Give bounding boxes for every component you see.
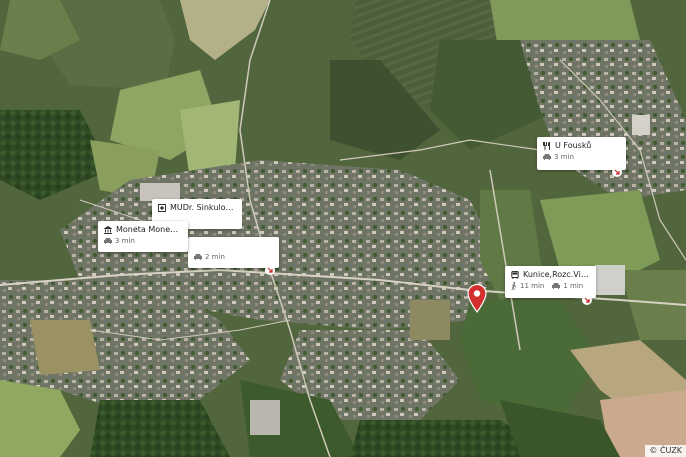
poi-card-restaurant[interactable]: U Fousků 3 min [537,137,626,177]
poi-name: U Fousků [555,141,592,150]
poi-name: MUDr. Sinkulová ... [170,203,236,212]
car-icon [543,154,551,160]
poi-card-bus-stop[interactable]: Kunice,Rozc.Vidov... 11 min 1 min [505,266,596,305]
poi-name: Kunice,Rozc.Vidov... [523,270,590,279]
walk-time: 11 min [520,282,545,290]
car-time: 3 min [115,237,135,245]
bank-icon [104,225,112,234]
poi-card-unnamed[interactable]: 2 min [188,237,279,275]
poi-card-bank[interactable]: Moneta Money B... 3 min [98,221,188,252]
car-time: 2 min [205,253,225,261]
car-icon [104,238,112,244]
car-icon [194,254,202,260]
car-time: 3 min [554,153,574,161]
walk-icon [511,282,517,290]
fork-knife-icon [543,141,551,150]
arrow-icon [612,167,622,177]
poi-name: Moneta Money B... [116,225,182,234]
bus-icon [511,270,519,279]
medical-cross-icon [158,203,166,212]
location-pin-icon[interactable] [466,283,488,313]
car-time: 1 min [563,282,584,290]
arrow-icon [265,265,275,275]
map-copyright[interactable]: © ČUZK [645,445,686,457]
car-icon [552,283,561,289]
arrow-icon [582,295,592,305]
